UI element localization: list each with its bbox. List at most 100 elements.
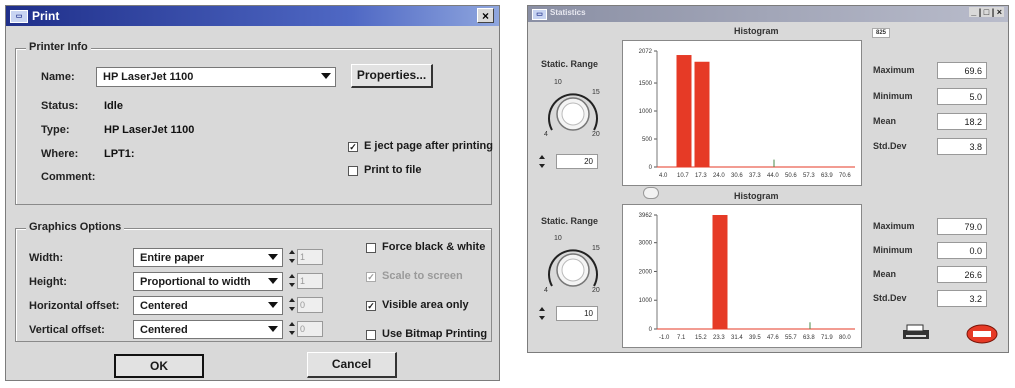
y-tick-label: 1000 bbox=[639, 298, 653, 304]
x-tick-label: 23.3 bbox=[713, 335, 725, 341]
y-tick-label: 500 bbox=[642, 137, 653, 143]
voffset-stepper[interactable]: 0 bbox=[288, 321, 324, 337]
range-knob-1[interactable]: 10 15 4 20 bbox=[534, 72, 614, 146]
stat-label: Minimum bbox=[873, 91, 913, 101]
height-value: Proportional to width bbox=[140, 276, 251, 288]
width-select[interactable]: Entire paper bbox=[133, 248, 283, 267]
knob-tick-10: 10 bbox=[554, 79, 562, 86]
x-tick-label: 44.0 bbox=[767, 173, 779, 179]
cancel-button[interactable]: Cancel bbox=[307, 352, 397, 378]
printer-info-group: Printer Info Name: HP LaserJet 1100 Prop… bbox=[15, 41, 493, 205]
stepper-arrows-icon[interactable] bbox=[538, 306, 546, 322]
x-tick-label: 50.6 bbox=[785, 173, 797, 179]
force-bw-checkbox[interactable] bbox=[366, 243, 376, 253]
bitmap-printing-checkbox[interactable] bbox=[366, 330, 376, 340]
eject-checkbox[interactable]: ✓ bbox=[348, 142, 358, 152]
width-value: Entire paper bbox=[140, 252, 205, 264]
range-label-2: Static. Range bbox=[541, 216, 599, 226]
chevron-down-icon bbox=[268, 326, 278, 332]
printer-name-select[interactable]: HP LaserJet 1100 bbox=[96, 67, 336, 87]
stat-label: Std.Dev bbox=[873, 141, 907, 151]
x-tick-label: 15.2 bbox=[695, 335, 707, 341]
stat-value: 69.6 bbox=[937, 62, 987, 79]
y-tick-label: 1500 bbox=[639, 81, 653, 87]
ok-button[interactable]: OK bbox=[114, 354, 204, 378]
voffset-value: Centered bbox=[140, 324, 188, 336]
range-value-2[interactable]: 10 bbox=[556, 306, 598, 321]
height-stepper[interactable]: 1 bbox=[288, 273, 324, 289]
x-tick-label: 24.0 bbox=[713, 173, 725, 179]
histogram-bar bbox=[809, 322, 811, 329]
histogram-title-1: Histogram bbox=[734, 26, 779, 36]
properties-button[interactable]: Properties... bbox=[351, 64, 433, 88]
height-stepper-value[interactable]: 1 bbox=[297, 273, 323, 289]
stepper-arrows-icon[interactable] bbox=[288, 249, 296, 265]
scale-to-screen-checkbox[interactable]: ✓ bbox=[366, 272, 376, 282]
histogram-bar bbox=[694, 61, 710, 167]
width-stepper[interactable]: 1 bbox=[288, 249, 324, 265]
x-tick-label: 17.3 bbox=[695, 173, 707, 179]
histogram-bar bbox=[773, 159, 775, 167]
where-value: LPT1: bbox=[104, 148, 135, 160]
name-label: Name: bbox=[41, 71, 75, 83]
printer-icon: ▭ bbox=[10, 10, 28, 23]
y-tick-label: 0 bbox=[649, 165, 653, 171]
x-tick-label: 55.7 bbox=[785, 335, 797, 341]
window-controls-icon[interactable]: _ | □ | × bbox=[969, 7, 1004, 17]
stat-value: 26.6 bbox=[937, 266, 987, 283]
x-tick-label: 30.6 bbox=[731, 173, 743, 179]
height-select[interactable]: Proportional to width bbox=[133, 272, 283, 291]
stepper-arrows-icon[interactable] bbox=[288, 273, 296, 289]
hoffset-stepper[interactable]: 0 bbox=[288, 297, 324, 313]
printer-info-legend: Printer Info bbox=[26, 41, 91, 53]
knob-tick-10: 10 bbox=[554, 235, 562, 242]
close-button[interactable]: × bbox=[477, 8, 494, 23]
histogram-corner-value-1: 825 bbox=[872, 28, 891, 38]
voffset-select[interactable]: Centered bbox=[133, 320, 283, 339]
range-value-1[interactable]: 20 bbox=[556, 154, 598, 169]
range-knob-2[interactable]: 10 15 4 20 bbox=[534, 228, 614, 302]
type-label: Type: bbox=[41, 124, 70, 136]
exit-icon[interactable] bbox=[966, 324, 998, 344]
histogram-plot-2: 0 1000 2000 3000 3962 -1.0 7.1 15.2 23.3 31.4 39.5… bbox=[622, 204, 862, 348]
histogram-bar bbox=[676, 55, 692, 168]
histogram-bar bbox=[712, 215, 728, 329]
stepper-arrows-icon[interactable] bbox=[288, 321, 296, 337]
stepper-arrows-icon[interactable] bbox=[288, 297, 296, 313]
x-tick-label: 7.1 bbox=[677, 335, 686, 341]
stepper-arrows-icon[interactable] bbox=[538, 154, 546, 170]
width-stepper-value[interactable]: 1 bbox=[297, 249, 323, 265]
hoffset-stepper-value[interactable]: 0 bbox=[297, 297, 323, 313]
x-tick-label: 37.3 bbox=[749, 173, 761, 179]
chevron-down-icon bbox=[321, 73, 331, 79]
x-tick-label: 31.4 bbox=[731, 335, 743, 341]
stat-label: Mean bbox=[873, 269, 897, 279]
print-title: Print bbox=[32, 9, 60, 23]
stat-label: Maximum bbox=[873, 65, 915, 75]
stat-value: 3.8 bbox=[937, 138, 987, 155]
stat-value: 3.2 bbox=[937, 290, 987, 307]
voffset-stepper-value[interactable]: 0 bbox=[297, 321, 323, 337]
statistics-titlebar: ▭ Statistics _ | □ | × bbox=[528, 6, 1008, 22]
hoffset-value: Centered bbox=[140, 300, 188, 312]
height-label: Height: bbox=[29, 276, 67, 288]
knob-tick-4: 4 bbox=[544, 287, 548, 294]
app-icon: ▭ bbox=[532, 9, 547, 20]
voffset-label: Vertical offset: bbox=[29, 324, 105, 336]
printer-name-value: HP LaserJet 1100 bbox=[103, 71, 194, 83]
splitter-handle[interactable] bbox=[643, 187, 659, 199]
bitmap-printing-label: Use Bitmap Printing bbox=[382, 328, 488, 340]
print-to-file-checkbox[interactable] bbox=[348, 166, 358, 176]
knob-tick-20: 20 bbox=[592, 287, 600, 294]
x-tick-label: 70.6 bbox=[839, 173, 851, 179]
visible-area-checkbox[interactable]: ✓ bbox=[366, 301, 376, 311]
x-tick-label: 47.6 bbox=[767, 335, 779, 341]
printer-icon[interactable] bbox=[901, 324, 931, 342]
x-tick-label: 63.8 bbox=[803, 335, 815, 341]
chevron-down-icon bbox=[268, 278, 278, 284]
status-value: Idle bbox=[104, 100, 123, 112]
hoffset-select[interactable]: Centered bbox=[133, 296, 283, 315]
x-tick-label: 80.0 bbox=[839, 335, 851, 341]
knob-tick-20: 20 bbox=[592, 131, 600, 138]
x-tick-label: 63.9 bbox=[821, 173, 833, 179]
